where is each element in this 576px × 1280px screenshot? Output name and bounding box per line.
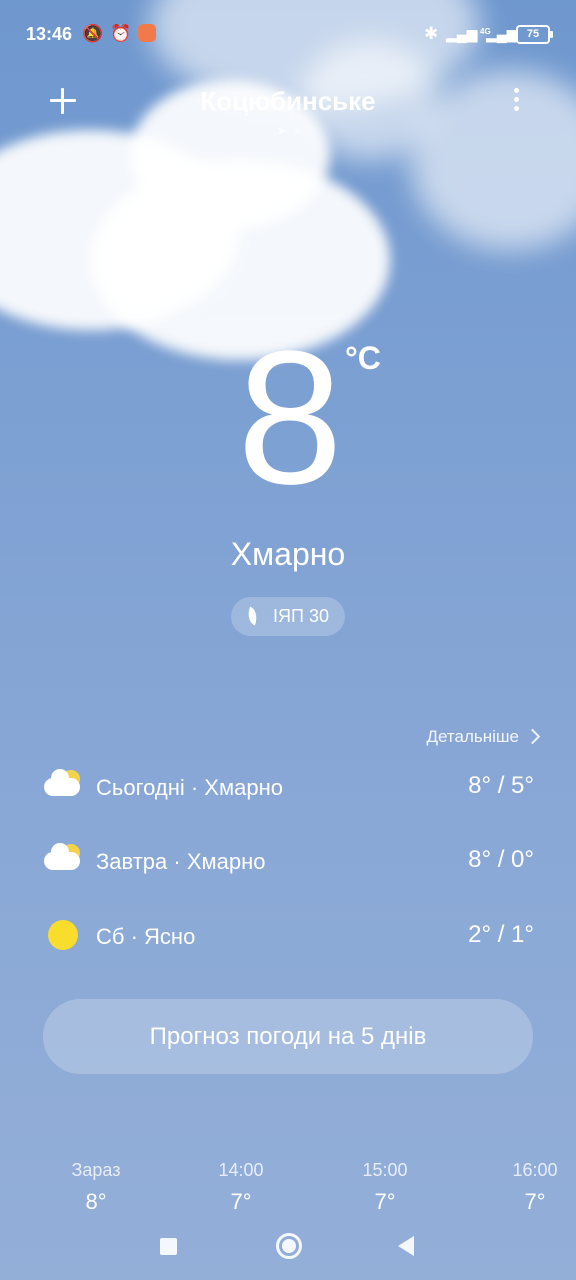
page-indicator: ➤	[0, 124, 576, 138]
hour-time: 14:00	[218, 1160, 264, 1180]
hour-time: Зараз	[71, 1160, 121, 1180]
day-row[interactable]: Сб · Ясно 2° / 1°	[0, 911, 576, 961]
day-row[interactable]: Завтра · Хмарно 8° / 0°	[0, 836, 576, 886]
alarm-icon: ⏰	[110, 24, 132, 43]
battery-icon: 75	[516, 25, 553, 44]
hour-time: 16:00	[512, 1160, 558, 1180]
sun-icon	[44, 917, 84, 953]
details-label: Детальніше	[426, 727, 520, 746]
navigation-bar	[0, 1218, 576, 1280]
status-bar: 13:46 🔕 ⏰ ✱ ▂▄▆ 4G ▂▄▆ 75	[0, 0, 576, 68]
day-range: 8° / 0°	[468, 846, 534, 873]
hour-item: 16:00 7°	[495, 1160, 575, 1210]
day-row[interactable]: Сьогодні · Хмарно 8° / 5°	[0, 762, 576, 812]
temperature-unit: °C	[345, 340, 381, 376]
notifications-muted-icon: 🔕	[82, 24, 104, 43]
hourly-forecast[interactable]: Зараз 8° 14:00 7° 15:00 7° 16:00 7°	[0, 1160, 576, 1210]
day-label: Сьогодні · Хмарно	[96, 775, 283, 800]
hour-temp: 7°	[524, 1189, 546, 1210]
current-temperature: 8	[237, 312, 343, 524]
back-button[interactable]	[398, 1236, 414, 1256]
battery-level: 75	[526, 28, 540, 40]
header: Коцюбинське ➤	[0, 80, 576, 140]
details-link[interactable]: Детальніше	[426, 727, 541, 747]
current-condition: Хмарно	[230, 536, 346, 572]
partly-cloudy-icon	[44, 842, 84, 878]
recent-apps-button[interactable]	[160, 1238, 177, 1255]
aqi-badge[interactable]: ІЯП 30	[231, 597, 345, 636]
day-range: 8° / 5°	[468, 772, 534, 799]
hour-item: 15:00 7°	[345, 1160, 425, 1210]
status-time: 13:46	[26, 24, 73, 44]
hour-time: 15:00	[362, 1160, 408, 1180]
partly-cloudy-icon	[44, 768, 84, 804]
app-notification-icon	[138, 24, 156, 42]
signal-4g-icon: ▂▄▆	[486, 26, 518, 42]
more-menu-button[interactable]	[514, 88, 520, 114]
hour-item: 14:00 7°	[201, 1160, 281, 1210]
signal-icon: ▂▄▆	[446, 26, 478, 42]
hour-temp: 8°	[85, 1189, 107, 1210]
aqi-label: ІЯП 30	[273, 606, 329, 626]
hour-temp: 7°	[374, 1189, 396, 1210]
location-arrow-icon: ➤	[276, 124, 287, 138]
day-range: 2° / 1°	[468, 921, 534, 948]
five-day-forecast-button[interactable]: Прогноз погоди на 5 днів	[43, 999, 533, 1074]
day-label: Завтра · Хмарно	[96, 849, 266, 874]
leaf-icon	[244, 606, 261, 626]
bluetooth-icon: ✱	[424, 24, 439, 43]
city-title[interactable]: Коцюбинське	[0, 86, 576, 117]
day-label: Сб · Ясно	[96, 924, 196, 949]
home-button[interactable]	[276, 1233, 302, 1259]
hour-item: Зараз 8°	[56, 1160, 136, 1210]
chevron-right-icon	[524, 728, 541, 745]
hour-temp: 7°	[230, 1189, 252, 1210]
